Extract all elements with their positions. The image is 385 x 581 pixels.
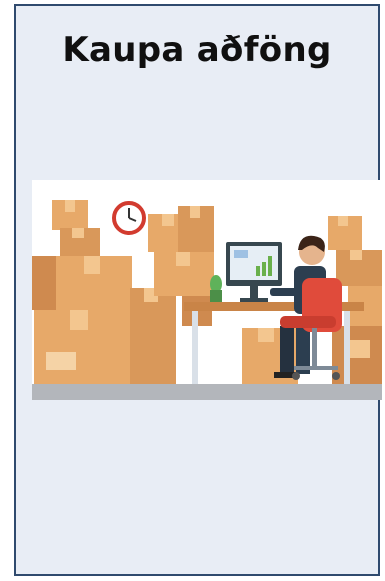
purchase-supplies-tile[interactable]: Kaupa aðföng bbox=[14, 4, 382, 576]
clock-icon bbox=[112, 201, 146, 235]
floor bbox=[32, 384, 382, 400]
plant-icon bbox=[210, 275, 222, 304]
warehouse-office-worker-illustration bbox=[32, 180, 382, 400]
tile-title: Kaupa aðföng bbox=[62, 30, 332, 70]
